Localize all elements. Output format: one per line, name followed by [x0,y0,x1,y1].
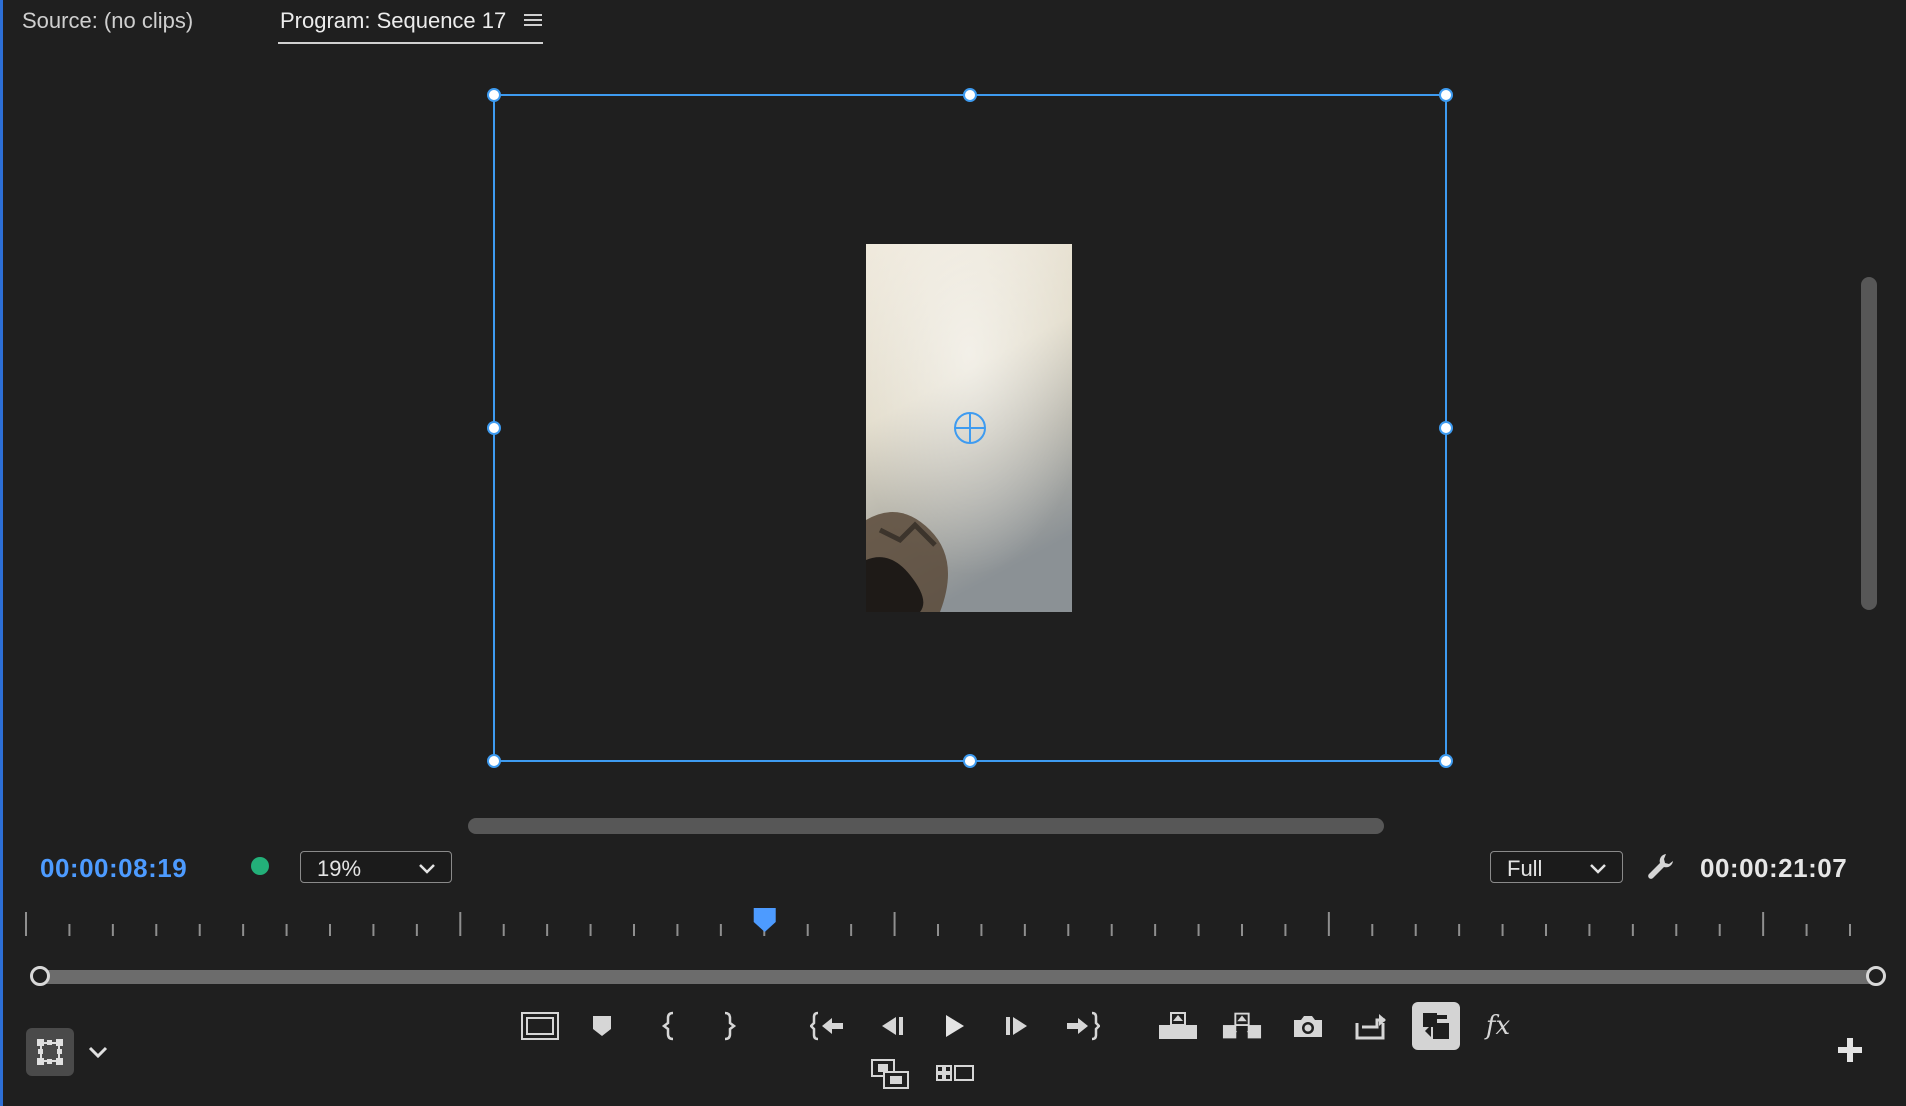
overlay-icon [1423,1013,1449,1039]
chevron-down-icon [1590,864,1606,874]
lift-button[interactable] [1158,1006,1198,1046]
playback-resolution-select[interactable]: Full [1490,851,1623,883]
extract-button[interactable] [1222,1006,1262,1046]
step-forward-icon [1006,1017,1027,1035]
sequence-duration-timecode: 00:00:21:07 [1700,853,1848,883]
fx-icon: fx [1485,1011,1511,1041]
multicam-icon [936,1065,974,1081]
zoom-bar-end-handle[interactable] [1866,966,1886,986]
comparison-view-icon [871,1059,909,1089]
go-to-out-button[interactable] [1062,1006,1102,1046]
chevron-down-icon[interactable] [86,1040,110,1064]
go-to-in-button[interactable] [808,1006,848,1046]
go-to-in-icon [810,1011,843,1041]
vertical-scrollbar[interactable] [1861,277,1877,610]
zoom-bar-start-handle[interactable] [30,966,50,986]
zoom-scroll-bar[interactable] [38,970,1876,984]
safe-margins-icon [521,1012,559,1040]
comparison-view-button[interactable] [870,1054,910,1094]
transform-icon[interactable] [26,1028,74,1076]
mark-in-icon [661,1011,674,1041]
multicam-view-button[interactable] [935,1054,975,1094]
program-viewer[interactable] [0,0,1906,800]
plus-icon[interactable] [1836,1036,1864,1064]
play-icon [946,1015,964,1037]
status-indicator [251,857,269,875]
marker-icon [593,1016,611,1036]
safe-margins-button[interactable] [520,1006,560,1046]
mark-out-button[interactable] [708,1006,748,1046]
chevron-down-icon [419,864,435,874]
play-button[interactable] [934,1006,974,1046]
time-ruler[interactable] [0,900,1906,960]
fx-toggle-button[interactable]: fx [1478,1006,1518,1046]
extract-icon [1222,1012,1262,1039]
step-back-icon [882,1017,903,1035]
playback-resolution-value: Full [1507,856,1543,881]
add-marker-button[interactable] [582,1006,622,1046]
playhead[interactable] [753,908,776,932]
camera-icon [1294,1016,1322,1037]
playhead-timecode[interactable]: 00:00:08:19 [40,853,187,884]
mark-out-icon [724,1011,737,1041]
wrench-icon[interactable] [1645,851,1677,883]
lift-icon [1159,1012,1197,1039]
overlay-button[interactable] [1412,1002,1460,1050]
zoom-level-value: 19% [317,856,362,881]
go-to-out-icon [1067,1011,1100,1041]
zoom-level-select[interactable]: 19% [300,851,452,883]
insert-icon [1355,1014,1386,1040]
horizontal-scrollbar[interactable] [468,818,1384,834]
step-forward-button[interactable] [997,1006,1037,1046]
mark-in-button[interactable] [650,1006,690,1046]
export-frame-button[interactable] [1288,1006,1328,1046]
anchor-point-icon[interactable] [954,412,986,444]
insert-button[interactable] [1350,1006,1390,1046]
step-back-button[interactable] [872,1006,912,1046]
